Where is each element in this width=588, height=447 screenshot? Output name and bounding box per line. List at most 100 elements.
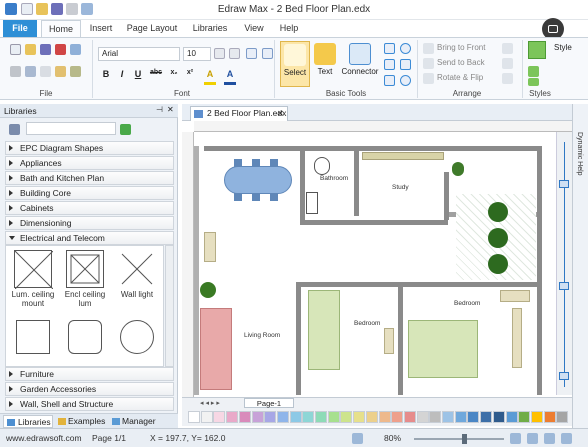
style-gallery-icon[interactable]: [528, 41, 546, 59]
shape-fan[interactable]: [112, 318, 162, 366]
color-swatch[interactable]: [238, 411, 251, 423]
print-icon[interactable]: [10, 66, 21, 77]
color-swatch[interactable]: [480, 411, 493, 423]
bed-single[interactable]: [308, 290, 340, 370]
color-swatch[interactable]: [315, 411, 327, 423]
category-bath-kitchen[interactable]: Bath and Kitchen Plan: [5, 171, 174, 185]
dining-table[interactable]: [224, 166, 292, 194]
rectangle-shape-icon[interactable]: [384, 43, 395, 54]
color-swatch[interactable]: [505, 411, 518, 423]
color-swatch[interactable]: [416, 411, 429, 423]
underline-button[interactable]: U: [132, 69, 144, 79]
tab-page-layout[interactable]: Page Layout: [124, 20, 180, 37]
color-swatch[interactable]: [226, 411, 239, 423]
color-swatch[interactable]: [429, 411, 442, 423]
send-to-back-icon[interactable]: [423, 58, 434, 69]
category-appliances[interactable]: Appliances: [5, 156, 174, 170]
zoom-slider[interactable]: [414, 438, 504, 440]
category-cabinets[interactable]: Cabinets: [5, 201, 174, 215]
color-swatch[interactable]: [403, 411, 416, 423]
dimension-handle[interactable]: [559, 372, 569, 380]
page-nav-icon[interactable]: ◂ ◂ ▸ ▸: [200, 399, 220, 407]
highlight-button[interactable]: A: [204, 69, 216, 79]
send-to-back-button[interactable]: Send to Back: [437, 56, 485, 70]
tab-manager[interactable]: Manager: [110, 415, 170, 428]
color-swatch[interactable]: [251, 411, 264, 423]
superscript-button[interactable]: x²: [184, 69, 196, 76]
full-screen-icon[interactable]: [527, 433, 538, 444]
fit-page-icon[interactable]: [352, 433, 363, 444]
grow-font-icon[interactable]: [214, 48, 225, 59]
pdf-icon[interactable]: [55, 44, 66, 55]
color-swatch[interactable]: [365, 411, 378, 423]
zoom-slider-thumb[interactable]: [462, 434, 467, 444]
connector-tool-button[interactable]: Connector: [340, 41, 380, 87]
color-swatch[interactable]: [467, 411, 480, 423]
save-disk-icon[interactable]: [40, 44, 51, 55]
color-swatch[interactable]: [327, 411, 340, 423]
color-swatch[interactable]: [454, 411, 467, 423]
color-swatch[interactable]: [530, 411, 543, 423]
category-furniture[interactable]: Furniture: [5, 367, 174, 381]
search-go-icon[interactable]: [120, 124, 131, 135]
rotate-flip-icon[interactable]: [423, 73, 434, 84]
category-electrical[interactable]: Electrical and Telecom: [5, 231, 174, 245]
color-swatch[interactable]: [543, 411, 556, 423]
line-style-icon[interactable]: [528, 78, 539, 86]
dimension-handle[interactable]: [559, 180, 569, 188]
category-wall-shell[interactable]: Wall, Shell and Structure: [5, 397, 174, 411]
shrink-font-icon[interactable]: [229, 48, 240, 59]
library-menu-icon[interactable]: [9, 124, 20, 135]
font-name-combo[interactable]: Arial: [98, 47, 180, 61]
color-swatch[interactable]: [556, 411, 569, 423]
shape-fluorescent[interactable]: [8, 318, 58, 366]
color-swatch[interactable]: [378, 411, 391, 423]
color-swatch[interactable]: [289, 411, 302, 423]
tab-help[interactable]: Help: [276, 20, 302, 37]
strikethrough-button[interactable]: abc: [148, 69, 164, 76]
zoom-in-icon[interactable]: [510, 433, 521, 444]
group-icon[interactable]: [502, 73, 513, 84]
sofa[interactable]: [200, 308, 232, 390]
shape-lum-ceiling-mount[interactable]: Lum. ceiling mount: [8, 248, 58, 308]
new-doc-icon[interactable]: [10, 44, 21, 55]
bring-to-front-icon[interactable]: [423, 43, 434, 54]
shape-scrollbar[interactable]: [165, 245, 174, 367]
color-swatch[interactable]: [302, 411, 315, 423]
page-tab[interactable]: Page-1: [244, 398, 294, 408]
category-dimensioning[interactable]: Dimensioning: [5, 216, 174, 230]
color-swatch[interactable]: [276, 411, 289, 423]
bold-button[interactable]: B: [100, 69, 112, 79]
align-icon[interactable]: [246, 48, 257, 59]
floor-plan-canvas[interactable]: Bathroom Study Living Room Bedroom Bedro…: [194, 132, 556, 395]
color-swatch[interactable]: [353, 411, 366, 423]
color-swatch[interactable]: [264, 411, 277, 423]
align-objects-icon[interactable]: [502, 43, 513, 54]
color-swatch[interactable]: [518, 411, 531, 423]
paste-icon[interactable]: [55, 66, 66, 77]
italic-button[interactable]: I: [116, 69, 128, 79]
settings-icon[interactable]: [561, 433, 572, 444]
bed-double[interactable]: [408, 320, 478, 378]
export-icon[interactable]: [70, 44, 81, 55]
bullets-icon[interactable]: [262, 48, 273, 59]
ellipse-shape-icon[interactable]: [400, 43, 411, 54]
pen-tool-icon[interactable]: [384, 75, 395, 86]
tab-file[interactable]: File: [3, 20, 37, 37]
tab-libraries[interactable]: Libraries: [190, 20, 230, 37]
color-swatch[interactable]: [213, 411, 226, 423]
tab-libraries-bottom[interactable]: Libraries: [3, 415, 53, 428]
category-epc[interactable]: EPC Diagram Shapes: [5, 141, 174, 155]
bring-to-front-button[interactable]: Bring to Front: [437, 41, 485, 55]
color-swatch[interactable]: [391, 411, 404, 423]
document-tab[interactable]: 2 Bed Floor Plan.edx ✕: [190, 106, 288, 121]
rotate-flip-button[interactable]: Rotate & Flip: [437, 71, 483, 85]
copy-icon[interactable]: [40, 66, 51, 77]
arc-tool-icon[interactable]: [400, 59, 411, 70]
color-swatch[interactable]: [188, 411, 200, 423]
tab-home[interactable]: Home: [41, 20, 81, 37]
subscript-button[interactable]: x₂: [168, 69, 180, 76]
website-link[interactable]: www.edrawsoft.com: [6, 433, 82, 443]
open-folder-icon[interactable]: [25, 44, 36, 55]
font-color-button[interactable]: A: [224, 69, 236, 79]
